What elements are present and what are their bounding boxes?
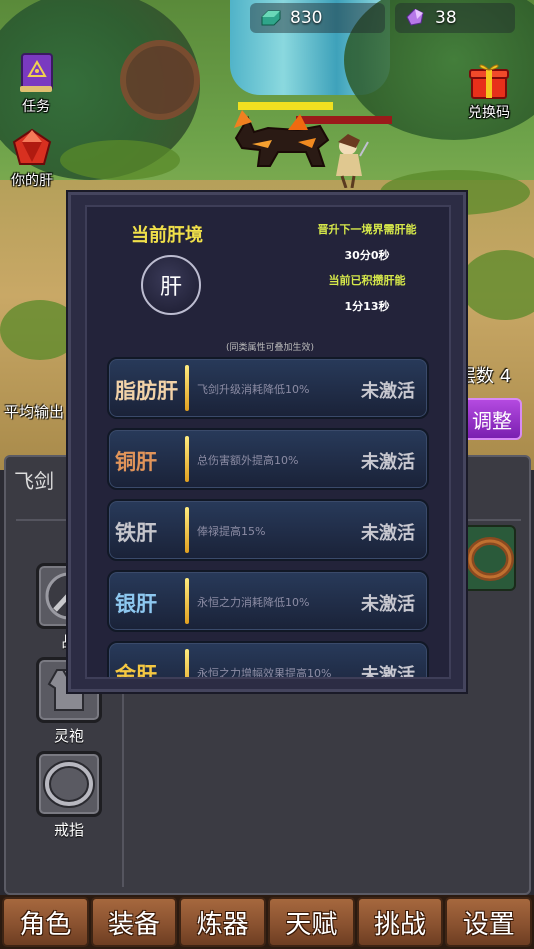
redeem-code-label: 兑换码: [468, 105, 510, 121]
ring-slot[interactable]: [36, 751, 102, 817]
level-name: 脂肪肝: [115, 379, 178, 403]
level-description: 永恒之力消耗降低10%: [197, 596, 310, 609]
fire-wolf-enemy: [234, 110, 330, 167]
ring-slot-label: 戒指: [53, 821, 84, 839]
nav-equipment[interactable]: 装备: [90, 897, 178, 947]
level-description: 永恒之力增幅效果提高10%: [197, 667, 332, 677]
level-status: 未激活: [361, 665, 415, 677]
flying-sword-tab[interactable]: 飞剑: [14, 465, 54, 494]
bottom-navigation: 角色 装备 炼器 天赋 挑战 设置: [0, 895, 534, 949]
level-status: 未激活: [361, 523, 415, 544]
crystal-count: 38: [435, 8, 457, 28]
nav-talent[interactable]: 天赋: [268, 897, 355, 947]
ring-icon: [43, 760, 95, 808]
tree-decoration: [120, 40, 200, 120]
accumulated-energy-label: 当前已积攒肝能: [287, 272, 447, 288]
redeem-code-button[interactable]: 兑换码: [468, 60, 510, 122]
level-name: 铁肝: [115, 521, 157, 545]
accumulated-label-text: 当前已积攒肝能: [328, 274, 406, 287]
level-row-fatty-liver[interactable]: 脂肪肝 飞剑升级消耗降低10% 未激活: [107, 357, 429, 419]
jade-count: 830: [290, 8, 323, 28]
nav-character[interactable]: 角色: [2, 897, 89, 947]
avg-output-label: 平均输出: [4, 403, 65, 421]
wooden-ring-icon: [466, 537, 514, 581]
task-book-icon: [20, 53, 53, 92]
level-status: 未激活: [361, 381, 415, 402]
level-divider: [185, 507, 189, 553]
liver-level-list[interactable]: 脂肪肝 飞剑升级消耗降低10% 未激活 铜肝 总伤害额外提高10% 未激活 铁肝…: [107, 357, 433, 677]
liver-realm-dialog: 当前肝境 肝 晋升下一境界需肝能 30分0秒 当前已积攒肝能 1分13秒 (同类…: [68, 192, 466, 692]
current-realm-title: 当前肝境: [131, 225, 203, 246]
accumulated-energy-value: 1分13秒: [287, 298, 447, 314]
gift-box-icon: [469, 64, 509, 99]
level-status: 未激活: [361, 594, 415, 615]
crystal-icon: [406, 9, 424, 26]
level-name: 金肝: [115, 663, 157, 677]
nav-settings[interactable]: 设置: [445, 897, 533, 947]
level-name: 铜肝: [115, 450, 157, 474]
jade-resource: 830: [250, 3, 385, 33]
nav-challenge[interactable]: 挑战: [356, 897, 444, 947]
liver-realm-badge: 肝: [141, 255, 201, 315]
level-divider: [185, 578, 189, 624]
leaf-patch: [60, 140, 180, 180]
jade-icon: [261, 10, 281, 26]
task-label: 任务: [22, 99, 50, 115]
player-hero: [336, 134, 369, 188]
level-row-silver-liver[interactable]: 银肝 永恒之力消耗降低10% 未激活: [107, 570, 429, 632]
level-divider: [185, 365, 189, 411]
liver-gem-icon: [12, 128, 52, 165]
level-divider: [185, 436, 189, 482]
your-liver-button[interactable]: 你的肝: [10, 128, 54, 190]
next-realm-requirement-label: 晋升下一境界需肝能: [287, 221, 447, 237]
level-status: 未激活: [361, 452, 415, 473]
level-description: 总伤害额外提高10%: [197, 454, 299, 467]
level-name: 银肝: [115, 592, 157, 616]
next-realm-value-text: 30分0秒: [344, 249, 390, 262]
level-row-gold-liver[interactable]: 金肝 永恒之力增幅效果提高10% 未激活: [107, 641, 429, 677]
next-realm-label-text: 晋升下一境界需肝能: [317, 223, 417, 236]
level-description: 飞剑升级消耗降低10%: [197, 383, 310, 396]
robe-slot-label: 灵袍: [53, 727, 84, 745]
level-description: 俸禄提高15%: [197, 525, 266, 538]
nav-forge[interactable]: 炼器: [179, 897, 267, 947]
level-divider: [185, 649, 189, 677]
next-realm-requirement-value: 30分0秒: [287, 247, 447, 263]
level-row-copper-liver[interactable]: 铜肝 总伤害额外提高10% 未激活: [107, 428, 429, 490]
stacking-note: (同类属性可叠加生效): [225, 343, 315, 353]
level-row-iron-liver[interactable]: 铁肝 俸禄提高15% 未激活: [107, 499, 429, 561]
accumulated-value-text: 1分13秒: [344, 300, 390, 313]
liver-realm-content: 当前肝境 肝 晋升下一境界需肝能 30分0秒 当前已积攒肝能 1分13秒 (同类…: [85, 205, 451, 679]
your-liver-label: 你的肝: [11, 173, 53, 189]
task-button[interactable]: 任务: [16, 52, 56, 116]
crystal-resource: 38: [395, 3, 515, 33]
equipped-ring-item[interactable]: [462, 525, 516, 591]
